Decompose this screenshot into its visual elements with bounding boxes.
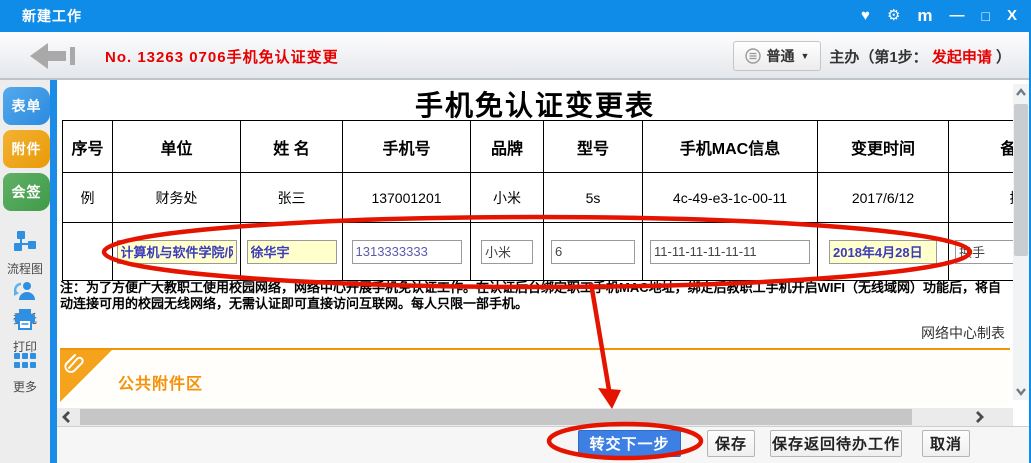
document-number: No. 13263 0706手机免认证变更 [105, 46, 339, 67]
settings-gear-icon[interactable]: ⚙ [887, 0, 900, 32]
model-field[interactable] [551, 240, 635, 264]
example-cell-seq: 例 [63, 173, 113, 223]
footer-action-bar: 转交下一步 保存 保存返回待办工作 取消 [57, 426, 1031, 463]
unit-field[interactable] [117, 240, 237, 264]
save-return-todo-button[interactable]: 保存返回待办工作 [770, 430, 902, 457]
example-cell-unit: 财务处 [113, 173, 241, 223]
save-button[interactable]: 保存 [707, 430, 755, 457]
col-header-remark: 备注 [949, 121, 1013, 173]
list-circle-icon [745, 48, 761, 64]
attachment-area-title: 公共附件区 [118, 370, 203, 394]
example-cell-name: 张三 [241, 173, 343, 223]
priority-label: 普通 [767, 46, 795, 66]
app-window: 新建工作 ♥ ⚙ m — □ X No. 13263 0706手机免认证变更 [0, 0, 1031, 463]
vertical-scrollbar[interactable] [1013, 84, 1029, 400]
phone-field[interactable] [352, 240, 462, 264]
col-header-phone: 手机号 [343, 121, 471, 173]
step-prefix: 主办（第1步： [829, 49, 927, 66]
maximize-icon[interactable]: □ [982, 0, 990, 32]
horizontal-scrollbar-thumb[interactable] [80, 409, 912, 425]
example-cell-model: 5s [544, 173, 643, 223]
priority-dropdown[interactable]: 普通 ▼ [733, 41, 821, 71]
scroll-down-icon[interactable] [1014, 384, 1028, 398]
horizontal-scrollbar[interactable] [57, 408, 1013, 426]
example-cell-brand: 小米 [471, 173, 544, 223]
name-field[interactable] [247, 240, 337, 264]
sidebar-item-more[interactable]: 更多 [0, 352, 50, 396]
step-action: 发起申请 [928, 49, 992, 66]
remark-field[interactable] [955, 240, 1013, 264]
workflow-step-text: 主办（第1步： 发起申请 ） [829, 46, 1011, 67]
col-header-seq: 序号 [63, 121, 113, 173]
col-header-date: 变更时间 [818, 121, 949, 173]
sidebar-tab-attachment[interactable]: 附件 [3, 130, 50, 168]
window-titlebar: 新建工作 ♥ ⚙ m — □ X [0, 0, 1031, 32]
delegate-person-icon [0, 280, 50, 307]
sidebar-tab-form[interactable]: 表单 [3, 87, 50, 125]
close-icon[interactable]: X [1007, 0, 1017, 32]
sidebar: 表单 附件 会签 流程图 [0, 80, 50, 463]
input-cell-seq [63, 223, 113, 281]
example-cell-date: 2017/6/12 [818, 173, 949, 223]
col-header-unit: 单位 [113, 121, 241, 173]
example-cell-mac: 4c-49-e3-1c-00-11 [643, 173, 818, 223]
document-header-bar: No. 13263 0706手机免认证变更 普通 ▼ 主办（第1步： 发起申请 … [0, 32, 1031, 80]
flowchart-icon [0, 230, 50, 257]
col-header-model: 型号 [544, 121, 643, 173]
scroll-up-icon[interactable] [1014, 86, 1028, 100]
printer-icon [0, 308, 50, 335]
vertical-scrollbar-thumb[interactable] [1014, 104, 1028, 256]
cancel-button[interactable]: 取消 [922, 430, 970, 457]
sidebar-item-print[interactable]: 打印 [0, 308, 50, 356]
form-area: 手机免认证变更表 序号 单位 姓 名 手机号 品牌 型号 手机MAC信息 变更时… [57, 80, 1013, 408]
sidebar-item-flowchart[interactable]: 流程图 [0, 230, 50, 278]
back-arrow-icon[interactable] [28, 41, 80, 71]
minimize-icon[interactable]: — [950, 0, 965, 32]
col-header-name: 姓 名 [241, 121, 343, 173]
reader-icon[interactable]: m [917, 0, 932, 32]
col-header-brand: 品牌 [471, 121, 544, 173]
forward-next-step-button[interactable]: 转交下一步 [578, 430, 681, 457]
table-maker-label: 网络中心制表 [921, 323, 1005, 343]
sidebar-accent-strip [50, 80, 57, 463]
window-title: 新建工作 [22, 6, 82, 26]
example-cell-remark: 换 [949, 173, 1013, 223]
form-title: 手机免认证变更表 [57, 84, 1013, 124]
public-attachment-area: 公共附件区 [60, 348, 1010, 406]
col-header-mac: 手机MAC信息 [643, 121, 818, 173]
scroll-left-icon[interactable] [60, 410, 74, 424]
paperclip-icon [62, 352, 88, 383]
scroll-right-icon[interactable] [972, 410, 986, 424]
sidebar-tab-countersign[interactable]: 会签 [3, 173, 50, 211]
favorite-heart-icon[interactable]: ♥ [861, 0, 870, 32]
example-cell-phone: 137001201 [343, 173, 471, 223]
sidebar-item-label: 流程图 [7, 262, 43, 276]
chevron-down-icon: ▼ [801, 51, 810, 61]
mac-field[interactable] [650, 240, 810, 264]
sidebar-item-label: 更多 [13, 380, 37, 394]
change-date-field[interactable] [829, 240, 937, 264]
brand-field[interactable] [481, 240, 533, 264]
form-note: 注：为了方便广大教职工使用校园网络，网络中心开展手机免认证工作。在认证后台绑定职… [60, 280, 1010, 312]
more-grid-icon [0, 352, 50, 375]
change-form-table: 序号 单位 姓 名 手机号 品牌 型号 手机MAC信息 变更时间 备注 例 财务… [62, 120, 1013, 281]
step-suffix: ） [992, 49, 1011, 66]
